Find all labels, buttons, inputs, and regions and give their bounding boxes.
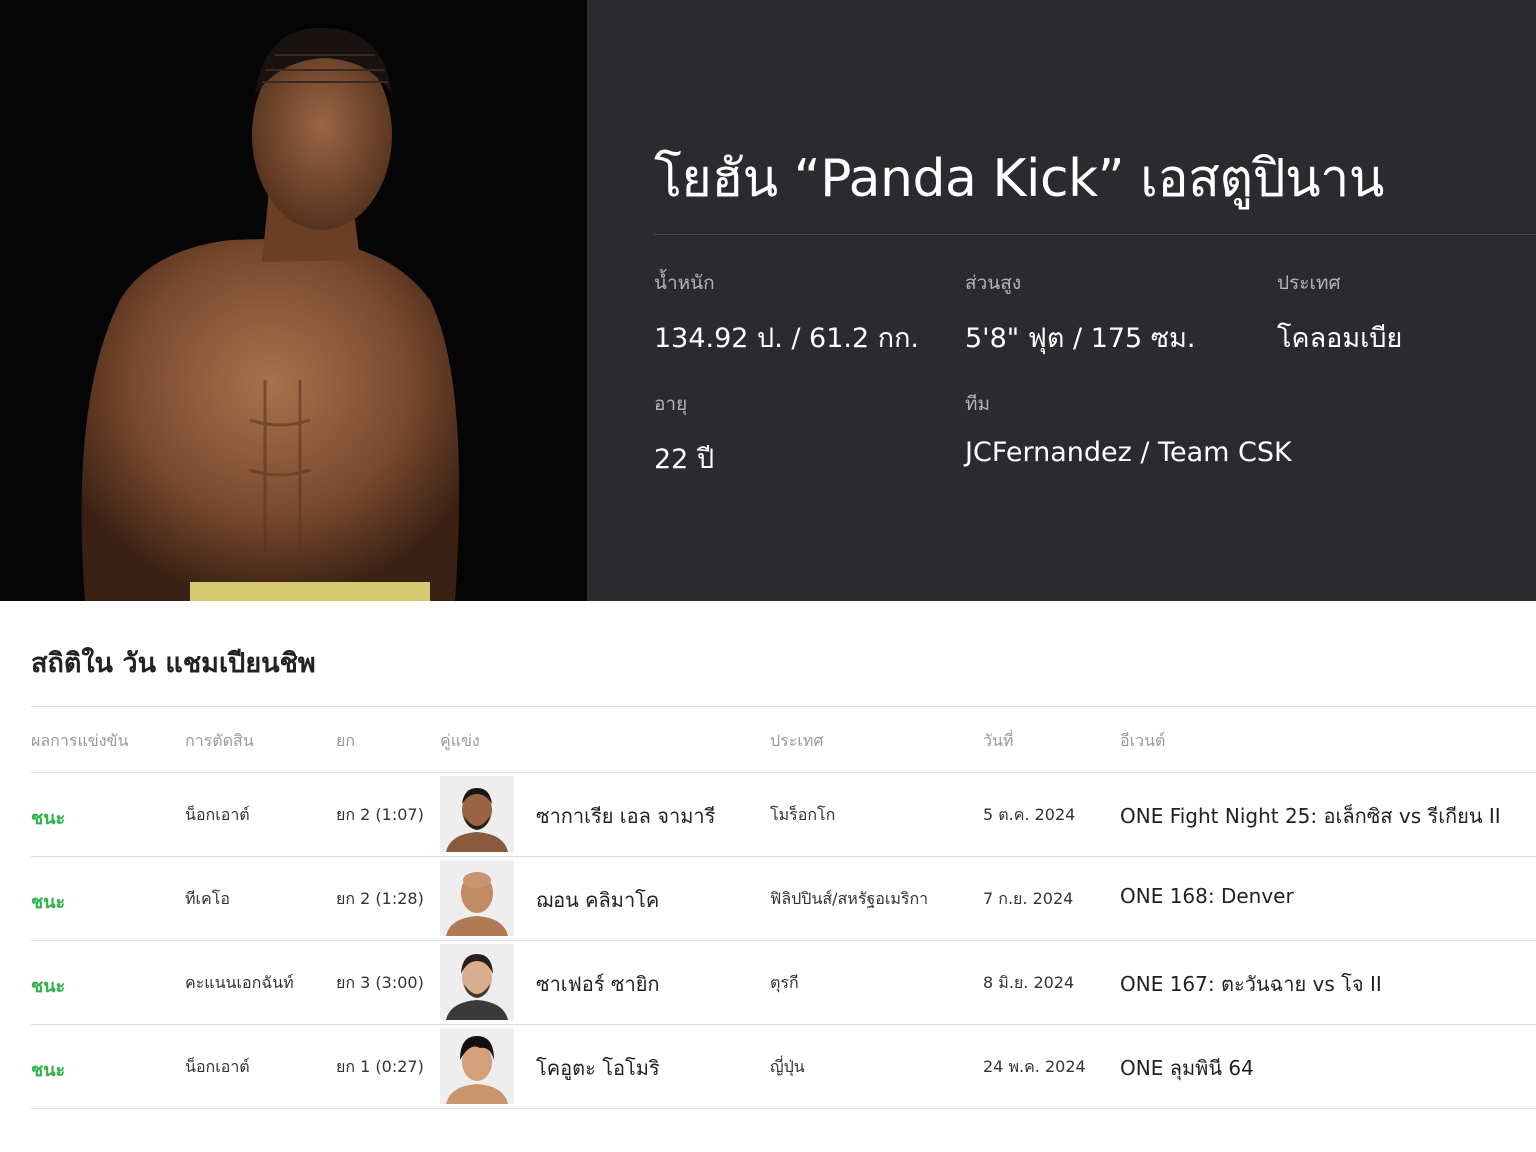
header-round: ยก	[336, 731, 356, 750]
record-title: สถิติใน วัน แชมเปียนชิพ	[31, 648, 316, 679]
table-row[interactable]: ชนะ น็อกเอาต์ ยก 2 (1:07) ซากาเรีย เอล จ…	[31, 772, 1536, 856]
date-cell: 7 ก.ย. 2024	[983, 889, 1074, 908]
event-link[interactable]: ONE 168: Denver	[1120, 884, 1294, 908]
country-cell: ตุรกี	[770, 973, 799, 992]
event-link[interactable]: ONE 167: ตะวันฉาย vs โจ II	[1120, 968, 1382, 1000]
method-cell: คะแนนเอกฉันท์	[185, 973, 294, 992]
stat-height-label: ส่วนสูง	[965, 272, 1022, 294]
stat-country: ประเทศ โคลอมเบีย	[1277, 268, 1402, 359]
header-date: วันที่	[983, 731, 1014, 750]
header-country: ประเทศ	[770, 731, 824, 750]
round-cell: ยก 3 (3:00)	[336, 973, 424, 992]
table-row[interactable]: ชนะ คะแนนเอกฉันท์ ยก 3 (3:00) ซาเฟอร์ ซา…	[31, 940, 1536, 1024]
fighter-photo	[0, 0, 587, 601]
stat-height-value: 5'8" ฟุต / 175 ซม.	[965, 323, 1196, 354]
round-cell: ยก 2 (1:07)	[336, 805, 424, 824]
stat-height: ส่วนสูง 5'8" ฟุต / 175 ซม.	[965, 268, 1196, 359]
result-badge: ชนะ	[31, 892, 66, 913]
stat-weight: น้ำหนัก 134.92 ป. / 61.2 กก.	[654, 268, 919, 359]
header-method: การตัดสิน	[185, 731, 254, 750]
country-cell: โมร็อกโก	[770, 805, 836, 824]
opponent-avatar[interactable]	[440, 1028, 514, 1104]
date-cell: 5 ต.ค. 2024	[983, 805, 1076, 824]
country-cell: ญี่ปุ่น	[770, 1057, 805, 1076]
stat-team: ทีม JCFernandez / Team CSK	[965, 389, 1292, 468]
stat-team-value: JCFernandez / Team CSK	[965, 437, 1292, 468]
date-cell: 8 มิ.ย. 2024	[983, 973, 1075, 992]
result-badge: ชนะ	[31, 1060, 66, 1081]
round-cell: ยก 1 (0:27)	[336, 1057, 424, 1076]
result-badge: ชนะ	[31, 808, 66, 829]
table-row[interactable]: ชนะ ทีเคโอ ยก 2 (1:28) ฌอน คลิมาโค ฟิลิป…	[31, 856, 1536, 940]
fighter-hero: โยฮัน “Panda Kick” เอสตูปินาน น้ำหนัก 13…	[0, 0, 1536, 601]
opponent-avatar[interactable]	[440, 944, 514, 1020]
table-row[interactable]: ชนะ น็อกเอาต์ ยก 1 (0:27) โคอูตะ โอโมริ …	[31, 1024, 1536, 1108]
event-link[interactable]: ONE ลุมพินี 64	[1120, 1052, 1254, 1084]
divider	[31, 1108, 1536, 1109]
header-event: อีเวนต์	[1120, 731, 1166, 750]
header-opponent: คู่แข่ง	[440, 731, 480, 750]
method-cell: ทีเคโอ	[185, 889, 230, 908]
stat-weight-label: น้ำหนัก	[654, 272, 715, 294]
stat-country-value: โคลอมเบีย	[1277, 323, 1403, 354]
table-header: ผลการแข่งขัน การตัดสิน ยก คู่แข่ง ประเทศ…	[31, 706, 1536, 772]
fighter-name: โยฮัน “Panda Kick” เอสตูปินาน	[654, 149, 1384, 209]
header-result: ผลการแข่งขัน	[31, 731, 129, 750]
fighter-portrait-image	[0, 0, 587, 601]
opponent-name[interactable]: ซากาเรีย เอล จามารี	[536, 800, 715, 832]
stat-age-label: อายุ	[654, 393, 688, 415]
event-link[interactable]: ONE Fight Night 25: อเล็กซิส vs รีเกียน …	[1120, 800, 1501, 832]
opponent-avatar[interactable]	[440, 860, 514, 936]
opponent-name[interactable]: ซาเฟอร์ ซายิก	[536, 968, 660, 1000]
divider	[654, 234, 1536, 235]
date-cell: 24 พ.ค. 2024	[983, 1057, 1086, 1076]
result-badge: ชนะ	[31, 976, 66, 997]
stat-age-value: 22 ปี	[654, 444, 715, 475]
method-cell: น็อกเอาต์	[185, 1057, 250, 1076]
stat-weight-value: 134.92 ป. / 61.2 กก.	[654, 323, 920, 354]
opponent-avatar[interactable]	[440, 776, 514, 852]
opponent-name[interactable]: โคอูตะ โอโมริ	[536, 1052, 660, 1084]
opponent-name[interactable]: ฌอน คลิมาโค	[536, 884, 659, 916]
stat-country-label: ประเทศ	[1277, 272, 1341, 294]
round-cell: ยก 2 (1:28)	[336, 889, 424, 908]
country-cell: ฟิลิปปินส์/สหรัฐอเมริกา	[770, 889, 929, 908]
fight-record: สถิติใน วัน แชมเปียนชิพ ผลการแข่งขัน การ…	[0, 601, 1536, 1152]
stat-age: อายุ 22 ปี	[654, 389, 714, 480]
fighter-info: โยฮัน “Panda Kick” เอสตูปินาน น้ำหนัก 13…	[587, 0, 1536, 601]
stat-team-label: ทีม	[965, 393, 991, 415]
method-cell: น็อกเอาต์	[185, 805, 250, 824]
